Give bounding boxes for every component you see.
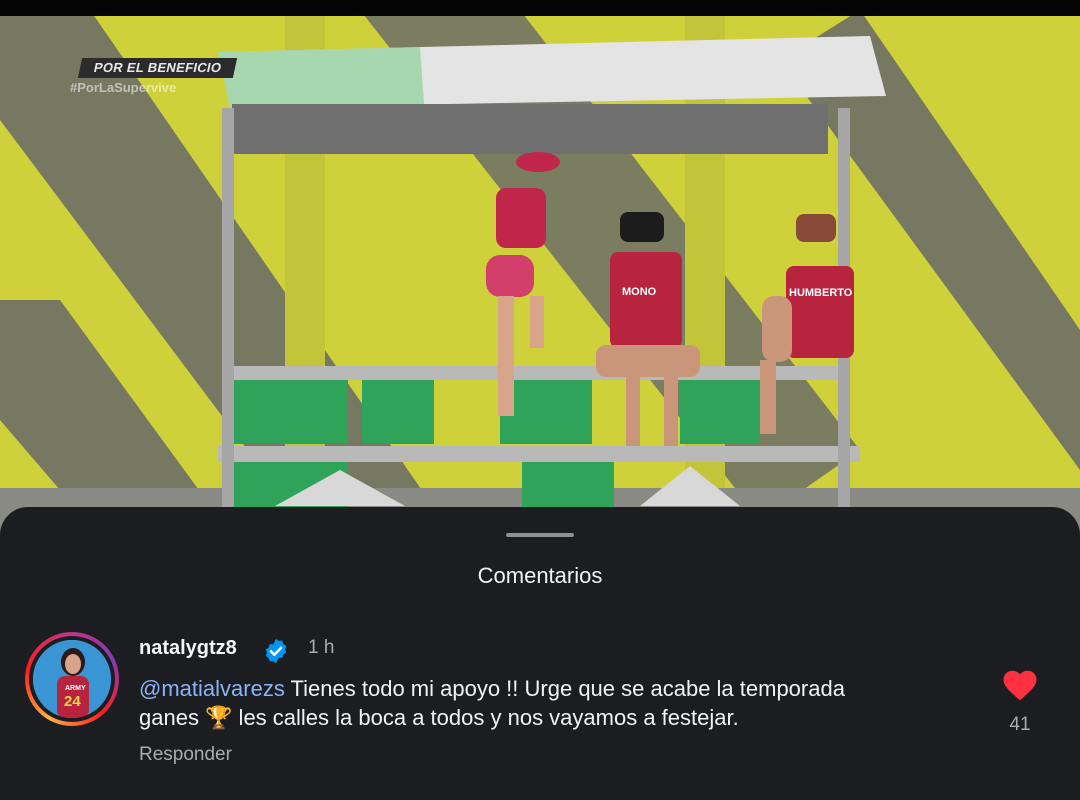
comment-username[interactable]: natalygtz8 bbox=[139, 637, 237, 660]
jersey-name-mono: MONO bbox=[622, 286, 657, 298]
overlay-hashtag: #PorLaSupervive bbox=[70, 80, 177, 95]
avatar-jersey-number: 24 bbox=[64, 693, 81, 710]
jersey-name-humberto: HUMBERTO bbox=[789, 287, 853, 299]
status-strip bbox=[0, 0, 1080, 16]
comment-mention-link[interactable]: @matialvarezs bbox=[139, 676, 285, 701]
comment-text-line-2: ganes 🏆 les calles la boca a todos y nos… bbox=[139, 705, 739, 730]
avatar[interactable]: ARMY 24 bbox=[25, 632, 119, 726]
avatar-jersey-crest: ARMY bbox=[65, 685, 86, 692]
sheet-title: Comentarios bbox=[477, 563, 603, 588]
like-count: 41 bbox=[1009, 714, 1031, 735]
comments-sheet: Comentarios ARMY 24 natalygtz8 1 h @mati… bbox=[0, 507, 1080, 800]
video-background: MONO HUMBERTO POR EL BENEFICIO #PorLaSup… bbox=[0, 0, 1080, 560]
verified-badge-icon bbox=[265, 638, 287, 664]
sheet-drag-handle[interactable] bbox=[506, 533, 574, 537]
comment-body: @matialvarezs Tienes todo mi apoyo !! Ur… bbox=[139, 674, 989, 732]
avatar-image: ARMY 24 bbox=[33, 640, 111, 718]
heart-icon[interactable] bbox=[1002, 668, 1038, 702]
comment-timestamp: 1 h bbox=[308, 637, 335, 658]
comment-text-line-1: Tienes todo mi apoyo !! Urge que se acab… bbox=[284, 676, 845, 701]
reply-button[interactable]: Responder bbox=[139, 744, 232, 766]
avatar-photo: ARMY 24 bbox=[33, 640, 111, 718]
overlay-label: POR EL BENEFICIO bbox=[77, 58, 238, 78]
comment-line-1: @matialvarezs Tienes todo mi apoyo !! Ur… bbox=[139, 674, 989, 703]
